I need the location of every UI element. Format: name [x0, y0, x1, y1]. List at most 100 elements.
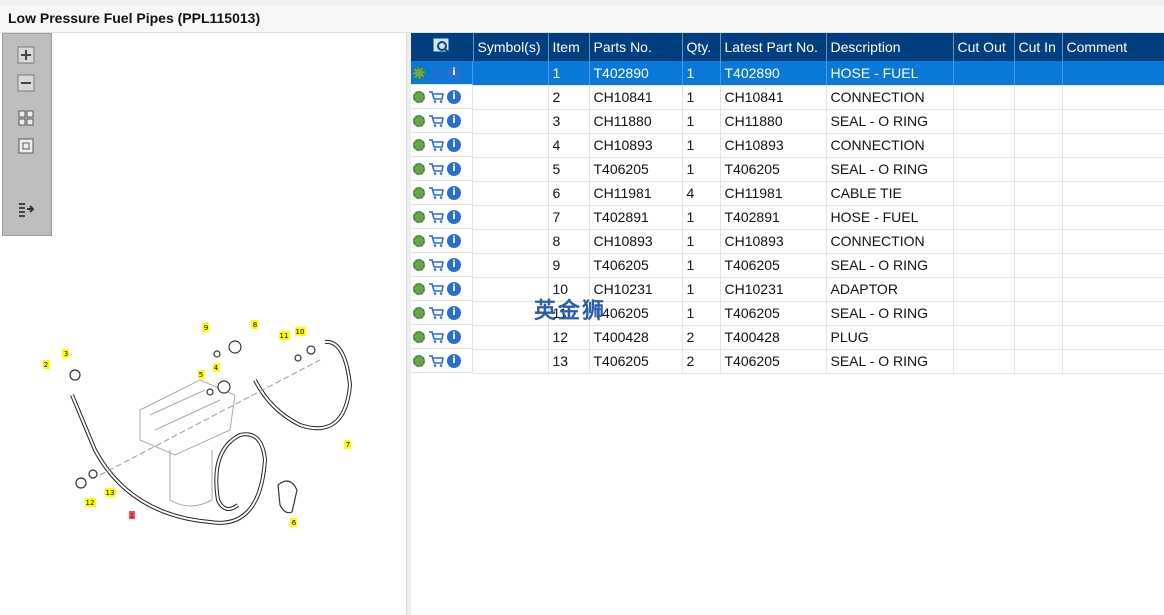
export-list-icon[interactable]	[17, 200, 35, 218]
cart-icon[interactable]	[428, 90, 444, 103]
column-header-cut-out[interactable]: Cut Out	[953, 33, 1015, 61]
cell-latest-part-no[interactable]: T406205	[720, 157, 827, 182]
zoom-out-icon[interactable]	[17, 74, 35, 92]
table-row[interactable]: i 2 CH10841 1 CH10841 CONNECTION	[411, 85, 1164, 110]
table-row[interactable]: i 10 CH10231 1 CH10231 ADAPTOR	[411, 277, 1164, 302]
info-icon[interactable]: i	[447, 185, 461, 200]
callout-7[interactable]: 7	[346, 441, 350, 449]
fit-all-icon[interactable]	[17, 109, 35, 127]
column-header-latest-part-no[interactable]: Latest Part No.	[720, 33, 827, 61]
info-icon[interactable]: i	[447, 65, 461, 80]
table-row[interactable]: i 7 T402891 1 T402891 HOSE - FUEL	[411, 205, 1164, 230]
table-row[interactable]: i 6 CH11981 4 CH11981 CABLE TIE	[411, 181, 1164, 206]
cell-parts-no[interactable]: T402890	[589, 61, 683, 86]
table-row[interactable]: i 5 T406205 1 T406205 SEAL - O RING	[411, 157, 1164, 182]
cell-parts-no[interactable]: T406205	[589, 157, 683, 182]
cell-latest-part-no[interactable]: T400428	[720, 325, 827, 350]
cart-icon[interactable]	[428, 258, 444, 271]
preview-search-icon[interactable]	[433, 38, 451, 54]
gear-icon[interactable]	[413, 90, 425, 103]
cart-icon[interactable]	[428, 282, 444, 295]
gear-icon[interactable]	[413, 186, 425, 199]
column-header-comment[interactable]: Comment	[1062, 33, 1164, 61]
cell-parts-no[interactable]: T406205	[589, 253, 683, 278]
gear-icon[interactable]	[413, 234, 425, 247]
info-icon[interactable]: i	[447, 209, 461, 224]
info-icon[interactable]: i	[447, 353, 461, 368]
zoom-in-icon[interactable]	[17, 46, 35, 64]
cell-latest-part-no[interactable]: CH10841	[720, 85, 827, 110]
table-row[interactable]: i 1 T402890 1 T402890 HOSE - FUEL	[411, 61, 1164, 86]
gear-icon[interactable]	[413, 306, 425, 319]
gear-icon[interactable]	[413, 258, 425, 271]
cell-parts-no[interactable]: CH10893	[589, 133, 683, 158]
column-header-symbols[interactable]: Symbol(s)	[473, 33, 549, 61]
cart-icon[interactable]	[428, 354, 444, 367]
cell-latest-part-no[interactable]: T402891	[720, 205, 827, 230]
cell-latest-part-no[interactable]: T406205	[720, 253, 827, 278]
callout-13[interactable]: 13	[106, 489, 115, 497]
gear-icon[interactable]	[413, 162, 425, 175]
column-header-cut-in[interactable]: Cut In	[1014, 33, 1063, 61]
callout-9[interactable]: 9	[204, 324, 208, 332]
table-row[interactable]: i 13 T406205 2 T406205 SEAL - O RING	[411, 349, 1164, 374]
info-icon[interactable]: i	[447, 329, 461, 344]
exploded-parts-diagram[interactable]: 1 2 3 4 5 6 7 8 9 10 11 12 13	[0, 300, 406, 550]
table-row[interactable]: i 8 CH10893 1 CH10893 CONNECTION	[411, 229, 1164, 254]
cart-icon[interactable]	[428, 306, 444, 319]
cell-latest-part-no[interactable]: T406205	[720, 301, 827, 326]
cart-icon[interactable]	[428, 330, 444, 343]
info-icon[interactable]: i	[447, 113, 461, 128]
callout-3[interactable]: 3	[64, 350, 68, 358]
cart-icon[interactable]	[428, 162, 444, 175]
callout-1[interactable]: 1	[130, 512, 134, 520]
gear-icon[interactable]	[413, 66, 425, 79]
cell-latest-part-no[interactable]: CH11880	[720, 109, 827, 134]
callout-4[interactable]: 4	[214, 364, 219, 372]
cell-latest-part-no[interactable]: CH10893	[720, 229, 827, 254]
info-icon[interactable]: i	[447, 137, 461, 152]
cart-icon[interactable]	[428, 138, 444, 151]
callout-11[interactable]: 11	[280, 332, 289, 340]
cart-icon[interactable]	[428, 66, 444, 79]
callout-6[interactable]: 6	[292, 519, 297, 527]
column-header-item[interactable]: Item	[548, 33, 590, 61]
gear-icon[interactable]	[413, 138, 425, 151]
info-icon[interactable]: i	[447, 233, 461, 248]
column-header-parts-no[interactable]: Parts No.	[589, 33, 683, 61]
table-row[interactable]: i 3 CH11880 1 CH11880 SEAL - O RING	[411, 109, 1164, 134]
cell-parts-no[interactable]: CH11880	[589, 109, 683, 134]
info-icon[interactable]: i	[447, 161, 461, 176]
cell-parts-no[interactable]: T406205	[589, 349, 683, 374]
gear-icon[interactable]	[413, 282, 425, 295]
info-icon[interactable]: i	[447, 257, 461, 272]
cart-icon[interactable]	[428, 210, 444, 223]
table-row[interactable]: i 11 T406205 1 T406205 SEAL - O RING	[411, 301, 1164, 326]
info-icon[interactable]: i	[447, 89, 461, 104]
cart-icon[interactable]	[428, 186, 444, 199]
cell-parts-no[interactable]: CH10893	[589, 229, 683, 254]
callout-5[interactable]: 5	[199, 371, 203, 379]
callout-10[interactable]: 10	[296, 328, 305, 336]
cell-latest-part-no[interactable]: T406205	[720, 349, 827, 374]
column-header-description[interactable]: Description	[826, 33, 954, 61]
cell-parts-no[interactable]: T402891	[589, 205, 683, 230]
column-header-qty[interactable]: Qty.	[682, 33, 721, 61]
cell-latest-part-no[interactable]: CH11981	[720, 181, 827, 206]
cell-latest-part-no[interactable]: CH10231	[720, 277, 827, 302]
cell-latest-part-no[interactable]: CH10893	[720, 133, 827, 158]
cell-parts-no[interactable]: CH11981	[589, 181, 683, 206]
gear-icon[interactable]	[413, 354, 425, 367]
cell-parts-no[interactable]: CH10841	[589, 85, 683, 110]
callout-8[interactable]: 8	[253, 321, 257, 329]
table-row[interactable]: i 9 T406205 1 T406205 SEAL - O RING	[411, 253, 1164, 278]
cell-parts-no[interactable]: T400428	[589, 325, 683, 350]
gear-icon[interactable]	[413, 210, 425, 223]
table-row[interactable]: i 4 CH10893 1 CH10893 CONNECTION	[411, 133, 1164, 158]
info-icon[interactable]: i	[447, 305, 461, 320]
info-icon[interactable]: i	[447, 281, 461, 296]
gear-icon[interactable]	[413, 114, 425, 127]
callout-2[interactable]: 2	[44, 361, 48, 369]
gear-icon[interactable]	[413, 330, 425, 343]
callout-12[interactable]: 12	[86, 499, 95, 507]
